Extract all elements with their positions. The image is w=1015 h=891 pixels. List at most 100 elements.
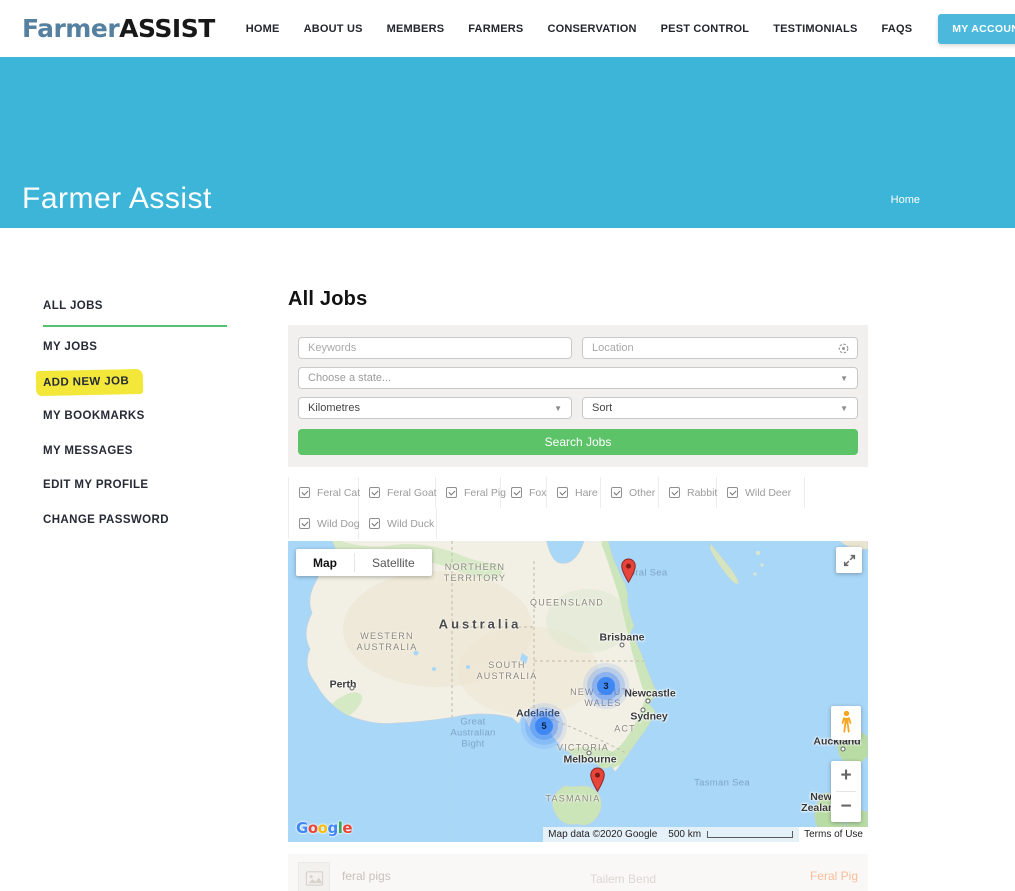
city-dot-melbourne: [587, 751, 592, 756]
filter-wild-deer[interactable]: Wild Deer: [717, 477, 805, 508]
image-placeholder-icon: [305, 869, 324, 888]
filter-feral-cat[interactable]: Feral Cat: [289, 477, 359, 508]
job-list-item[interactable]: feral pigs Tailem Bend SA Feral Pig Post…: [288, 854, 868, 891]
state-select-value: Choose a state...: [308, 372, 391, 384]
filter-fox[interactable]: Fox: [501, 477, 547, 508]
nav-about-us[interactable]: ABOUT US: [304, 23, 363, 35]
map-attribution: Map data ©2020 Google 500 km Terms of Us…: [543, 827, 868, 842]
map-cluster-adelaide[interactable]: 5: [535, 717, 553, 735]
chevron-down-icon: ▼: [840, 374, 848, 383]
zoom-out-button[interactable]: −: [831, 792, 861, 822]
sidebar-item-edit-my-profile[interactable]: EDIT MY PROFILE: [43, 479, 227, 492]
label-south-australia: SOUTH AUSTRALIA: [477, 660, 538, 682]
filter-label: Feral Goat: [387, 487, 437, 499]
sort-select[interactable]: Sort ▼: [582, 397, 858, 419]
label-sydney: Sydney: [630, 712, 667, 723]
top-navbar: FarmerASSIST HOME ABOUT US MEMBERS FARME…: [0, 0, 1015, 57]
map-data-credit: Map data ©2020 Google: [543, 827, 662, 842]
page: FarmerASSIST HOME ABOUT US MEMBERS FARME…: [0, 0, 1015, 891]
search-jobs-button[interactable]: Search Jobs: [298, 429, 858, 455]
sidebar-item-my-jobs[interactable]: MY JOBS: [43, 341, 227, 354]
job-thumbnail: [298, 862, 330, 891]
site-logo[interactable]: FarmerASSIST: [22, 14, 215, 43]
map-pin-tasmania[interactable]: [590, 767, 605, 793]
job-location: Tailem Bend SA: [590, 862, 750, 891]
search-row-3: Kilometres ▼ Sort ▼: [298, 397, 858, 419]
label-newcastle: Newcastle: [624, 689, 675, 700]
distance-select[interactable]: Kilometres ▼: [298, 397, 572, 419]
chevron-down-icon: ▼: [840, 404, 848, 413]
filter-label: Wild Deer: [745, 487, 791, 499]
nav-home[interactable]: HOME: [246, 23, 280, 35]
label-tasmania: TASMANIA: [546, 794, 601, 805]
sidebar-item-change-password[interactable]: CHANGE PASSWORD: [43, 514, 227, 527]
keywords-input[interactable]: [299, 338, 571, 358]
scale-bar: [707, 831, 793, 838]
filter-label: Other: [629, 487, 655, 499]
filter-hare[interactable]: Hare: [547, 477, 601, 508]
label-melbourne: Melbourne: [563, 755, 616, 766]
job-category-link[interactable]: Feral Pig: [750, 869, 858, 883]
label-northern-territory: NORTHERN TERRITORY: [444, 562, 506, 584]
filter-rabbit[interactable]: Rabbit: [659, 477, 717, 508]
nav-farmers[interactable]: FARMERS: [468, 23, 523, 35]
map-view-button[interactable]: Map: [296, 549, 354, 576]
sidebar-item-my-bookmarks[interactable]: MY BOOKMARKS: [43, 410, 227, 423]
hero-banner: Farmer Assist Home: [0, 57, 1015, 228]
label-tasman-sea: Tasman Sea: [694, 778, 750, 789]
logo-letter: o: [308, 819, 318, 837]
pest-filter-list: Feral Cat Feral Goat Feral Pig Fox Hare …: [288, 477, 868, 539]
sidebar-item-all-jobs[interactable]: ALL JOBS: [43, 300, 227, 327]
label-queensland: QUEENSLAND: [530, 598, 604, 609]
pegman-icon: [840, 710, 853, 736]
map-pin-queensland[interactable]: [621, 558, 636, 584]
logo-assist: ASSIST: [119, 14, 215, 43]
filter-label: Rabbit: [687, 487, 717, 499]
sort-select-value: Sort: [592, 402, 612, 414]
label-victoria: VICTORIA: [557, 743, 609, 754]
checkbox-icon: [369, 518, 380, 529]
map-cluster-nsw[interactable]: 3: [597, 677, 615, 695]
filter-wild-duck[interactable]: Wild Duck: [359, 508, 437, 539]
checkbox-icon: [611, 487, 622, 498]
map-type-control: Map Satellite: [296, 549, 432, 576]
nav-faqs[interactable]: FAQS: [882, 23, 913, 35]
google-logo[interactable]: Google: [296, 819, 352, 837]
zoom-control: + −: [831, 761, 861, 822]
zoom-in-button[interactable]: +: [831, 761, 861, 791]
filter-label: Feral Pig: [464, 487, 506, 499]
sidebar-item-my-messages[interactable]: MY MESSAGES: [43, 445, 227, 458]
checkbox-icon: [511, 487, 522, 498]
label-great-australian-bight: Great Australian Bight: [450, 717, 495, 750]
content-column: All Jobs Choose a state... ▼: [288, 288, 868, 891]
nav-members[interactable]: MEMBERS: [387, 23, 445, 35]
job-meta: Feral Pig Posted 2 days ago: [750, 862, 858, 891]
fullscreen-button[interactable]: [836, 547, 862, 573]
geolocate-icon[interactable]: [837, 342, 850, 360]
label-australia: Australia: [439, 619, 522, 630]
filter-other[interactable]: Other: [601, 477, 659, 508]
pegman-control[interactable]: [831, 706, 861, 740]
sidebar-item-add-new-job[interactable]: ADD NEW JOB: [43, 376, 227, 389]
nav-testimonials[interactable]: TESTIMONIALS: [773, 23, 857, 35]
job-search-panel: Choose a state... ▼ Kilometres ▼ Sort ▼ …: [288, 325, 868, 467]
logo-letter: G: [296, 819, 308, 837]
terms-of-use-link[interactable]: Terms of Use: [799, 827, 868, 842]
nav-conservation[interactable]: CONSERVATION: [547, 23, 636, 35]
my-account-button[interactable]: MY ACCOUNT: [938, 14, 1015, 44]
location-input[interactable]: [583, 338, 857, 358]
checkbox-icon: [557, 487, 568, 498]
checkbox-icon: [669, 487, 680, 498]
filter-wild-dog[interactable]: Wild Dog: [289, 508, 359, 539]
search-row-2: Choose a state... ▼: [298, 367, 858, 389]
label-act: ACT: [614, 724, 636, 735]
jobs-map[interactable]: NORTHERN TERRITORY QUEENSLAND Australia …: [288, 541, 868, 842]
filter-feral-goat[interactable]: Feral Goat: [359, 477, 436, 508]
state-select[interactable]: Choose a state... ▼: [298, 367, 858, 389]
nav-pest-control[interactable]: PEST CONTROL: [661, 23, 750, 35]
satellite-view-button[interactable]: Satellite: [355, 549, 432, 576]
logo-farmer: Farmer: [22, 14, 119, 43]
location-field-wrap: [582, 337, 858, 359]
filter-feral-pig[interactable]: Feral Pig: [436, 477, 501, 508]
breadcrumb-home[interactable]: Home: [891, 194, 920, 206]
